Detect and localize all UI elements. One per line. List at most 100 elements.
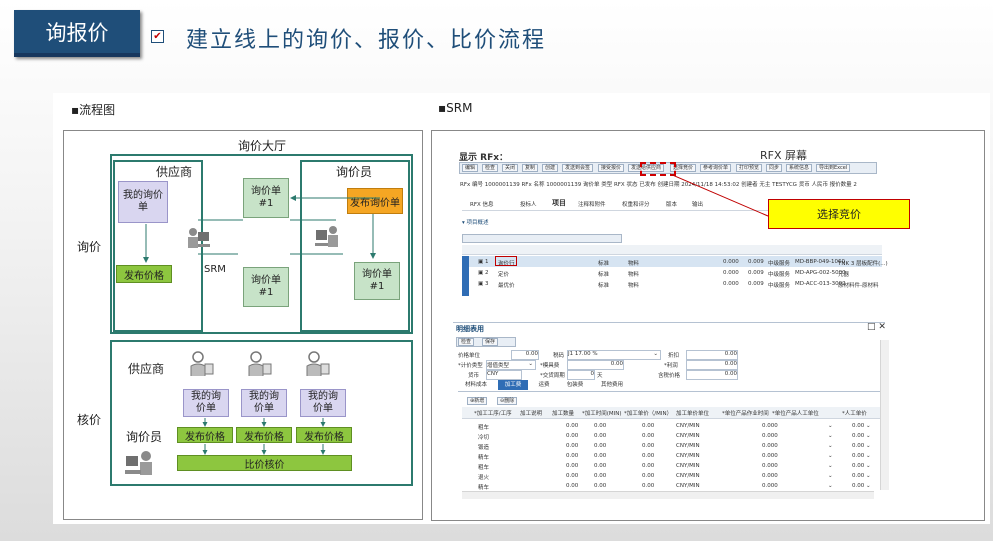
tooling-label: *模具费 <box>540 363 560 369</box>
process-cell-1: 0.00 <box>566 453 579 459</box>
discount-label: 折扣 <box>668 353 680 359</box>
tooling-field[interactable]: 0.00 <box>567 360 624 370</box>
rfx-info-line: RFx 编号 1000001139 RFx 名称 1000001139 询价单 … <box>460 182 857 188</box>
rfx-tab-0[interactable]: RFX 信息 <box>470 200 494 208</box>
item-cell-5: 0.009 <box>748 270 764 276</box>
item-row[interactable]: ▣ 3 最优价 标准 物料 0.000 0.009 中级服务 MD-ACC-013-3002 原… <box>478 279 886 290</box>
item-cell-3: 物料 <box>628 261 640 267</box>
toolbar-button-1[interactable]: 检查 <box>482 164 499 172</box>
delete-row-button[interactable]: ⊖删除 <box>497 397 518 405</box>
rfx-tab-1[interactable]: 投标人 <box>520 200 537 208</box>
supplier-person-icon-1 <box>189 350 215 378</box>
lead-time-unit: 天 <box>597 373 603 379</box>
process-cell-6: ⌄ <box>828 473 833 479</box>
process-cell-4: CNY/MIN <box>676 423 700 429</box>
discount-field[interactable]: 0.00 <box>686 350 738 360</box>
process-cell-5: 0.000 <box>762 473 778 479</box>
toolbar-button-3[interactable]: 复制 <box>522 164 539 172</box>
item-cell-4: 0.000 <box>723 259 739 265</box>
sub-tab-divider <box>458 391 882 392</box>
currency-field[interactable]: CNY <box>486 370 522 380</box>
rfx-tab-4[interactable]: 权重和评分 <box>622 200 650 208</box>
process-cell-3: 0.00 <box>642 443 655 449</box>
supplier-person-icon-3 <box>305 350 331 378</box>
item-cell-2: 标准 <box>598 283 610 289</box>
process-cell-7: 0.00 <box>852 453 865 459</box>
price-unit-field[interactable]: 0.00 <box>511 350 539 360</box>
tax-select[interactable]: J1 17.00 % ⌄ <box>567 350 661 360</box>
item-cell-2: 标准 <box>598 261 610 267</box>
process-cell-0: 锻造 <box>478 445 490 451</box>
detail-vertical-scrollbar[interactable] <box>880 340 889 490</box>
calc-type-select[interactable]: 增值类型 ⌄ <box>486 360 536 370</box>
detail-divider <box>453 322 885 323</box>
grid-header-8: *人工单价 <box>842 411 867 417</box>
item-cell-4: 0.000 <box>723 281 739 287</box>
process-cell-2: 0.00 <box>594 453 607 459</box>
toolbar-button-12[interactable]: 系统信息 <box>786 164 813 172</box>
toolbar-button-4[interactable]: 创建 <box>542 164 559 172</box>
toolbar-button-13[interactable]: 导出到Excel <box>816 164 851 172</box>
rfx-tab-2[interactable]: 项目 <box>552 198 566 208</box>
process-cell-3: 0.00 <box>642 473 655 479</box>
total-label: 含税价格 <box>658 373 681 379</box>
process-cell-0: 冷切 <box>478 435 490 441</box>
hall-title: 询价大厅 <box>238 139 287 153</box>
process-cell-7: 0.00 <box>852 473 865 479</box>
toolbar-button-0[interactable]: 编辑 <box>462 164 479 172</box>
item-cell-6: 中级服务 <box>768 283 791 289</box>
detail-save-button[interactable]: 保存 <box>482 338 499 346</box>
sub-tab-2[interactable]: 运费 <box>532 380 556 390</box>
inquirer-computer-icon-2 <box>124 448 158 482</box>
process-cell-2: 0.00 <box>594 483 607 489</box>
item-row[interactable]: ▣ 2 定价 标准 物料 0.000 0.009 中级服务 MD-APG-002-5000 元器 <box>478 268 886 279</box>
toolbar-button-5[interactable]: 发送到会签 <box>562 164 594 172</box>
item-cell-8: TNK 3 层板配件(...) <box>838 261 888 267</box>
grid-header-5: 加工单价单位 <box>676 411 710 417</box>
toolbar-button-6[interactable]: 接受报价 <box>598 164 625 172</box>
checkbox-bullet-icon: ✔ <box>151 30 164 43</box>
sub-tab-0[interactable]: 材料成本 <box>458 380 494 390</box>
process-cell-8: ⌄ <box>866 453 871 459</box>
toolbar-button-10[interactable]: 打印预览 <box>736 164 763 172</box>
rfx-tab-3[interactable]: 注释和附件 <box>578 200 606 208</box>
item-toolbar <box>462 234 622 243</box>
sub-tab-4[interactable]: 其他费用 <box>594 380 630 390</box>
item-cell-3: 物料 <box>628 272 640 278</box>
process-cell-0: 粗车 <box>478 465 490 471</box>
callout-pointer <box>670 173 769 217</box>
lead-time-field[interactable]: 0 <box>567 370 595 380</box>
process-cell-8: ⌄ <box>866 463 871 469</box>
item-cell-3: 物料 <box>628 283 640 289</box>
process-cell-7: 0.00 <box>852 423 865 429</box>
sub-tab-1[interactable]: 加工费 <box>498 380 528 390</box>
process-cell-1: 0.00 <box>566 433 579 439</box>
toolbar-button-11[interactable]: 同步 <box>766 164 783 172</box>
srm-label: SRM <box>204 264 226 275</box>
process-cell-0: 精车 <box>478 455 490 461</box>
process-cell-1: 0.00 <box>566 473 579 479</box>
sub-tab-3[interactable]: 包装费 <box>560 380 590 390</box>
process-cell-6: ⌄ <box>828 423 833 429</box>
profit-field[interactable]: 0.00 <box>686 360 738 370</box>
add-row-button[interactable]: ⊕新增 <box>467 397 488 405</box>
process-cell-1: 0.00 <box>566 463 579 469</box>
item-cell-6: 中级服务 <box>768 261 791 267</box>
detail-check-button[interactable]: 检查 <box>458 338 475 346</box>
item-row[interactable]: ▣ 1 询价行 标准 物料 0.000 0.009 中级服务 MD-BBP-049-1060 T… <box>478 257 888 268</box>
rfx-screen-label: RFX 屏幕 <box>760 149 808 162</box>
item-cell-0: ▣ 1 <box>478 259 489 265</box>
detail-horizontal-scrollbar[interactable] <box>462 491 874 499</box>
toolbar-button-9[interactable]: 参考询价单 <box>700 164 732 172</box>
process-cell-0: 精车 <box>478 485 490 491</box>
check-flow-arrows <box>202 418 326 455</box>
supplier-person-icon-2 <box>247 350 273 378</box>
lead-time-label: *交货周期 <box>540 373 565 379</box>
detail-window-controls[interactable]: □ ✕ <box>867 322 886 332</box>
item-grid-header <box>462 245 882 255</box>
total-field[interactable]: 0.00 <box>686 370 738 380</box>
process-cell-7: 0.00 <box>852 483 865 489</box>
process-cell-3: 0.00 <box>642 433 655 439</box>
grid-header-1: 加工说明 <box>520 411 543 417</box>
toolbar-button-2[interactable]: 关闭 <box>502 164 519 172</box>
